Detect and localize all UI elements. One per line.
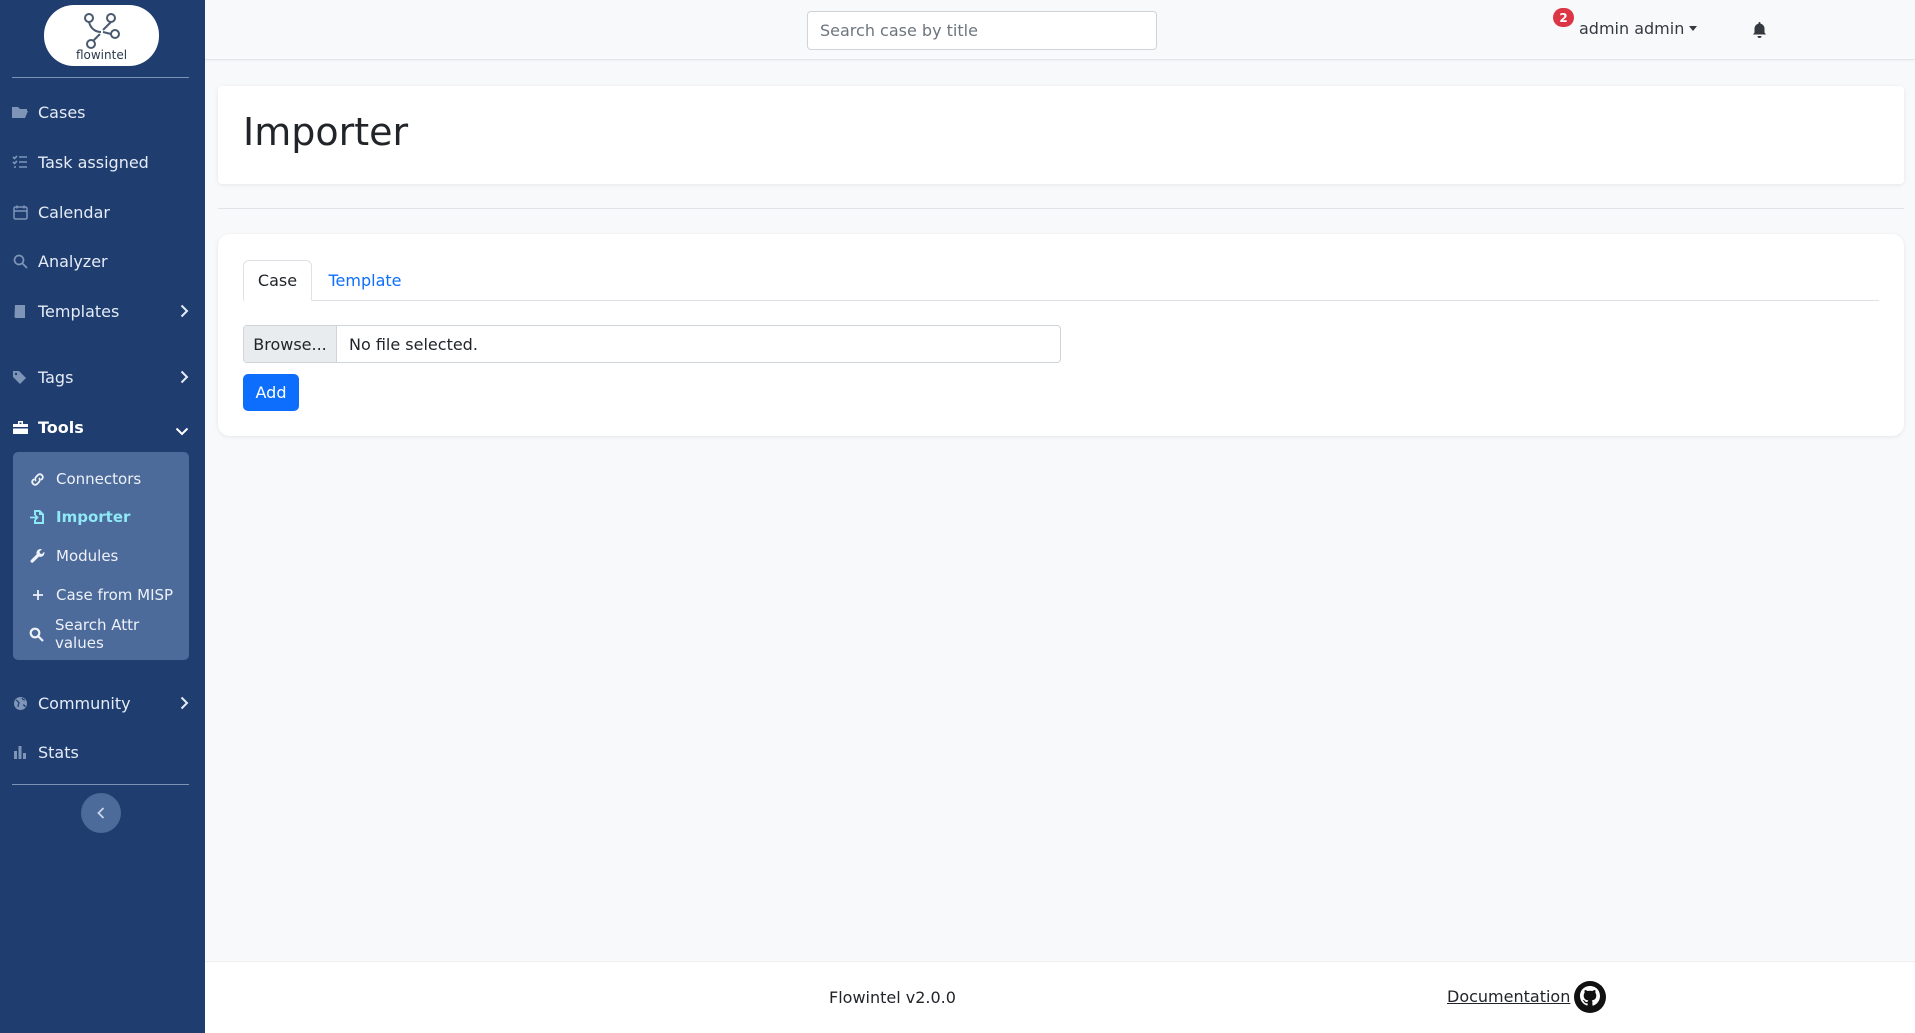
chevron-right-icon	[180, 369, 189, 388]
sidebar-item-label: Cases	[38, 102, 86, 122]
page-header-card: Importer	[218, 86, 1904, 184]
footer: Flowintel v2.0.0 Documentation	[205, 961, 1915, 1033]
user-name: admin admin	[1579, 19, 1685, 38]
sidebar-item-calendar[interactable]: Calendar	[0, 192, 205, 232]
sidebar-collapse-button[interactable]	[81, 793, 121, 833]
folder-open-icon	[0, 105, 38, 119]
sidebar-item-label: Analyzer	[38, 251, 108, 271]
logo-text: flowintel	[75, 48, 128, 62]
flowintel-logo-icon	[84, 13, 120, 49]
submenu-item-label: Case from MISP	[56, 586, 174, 604]
sidebar-item-label: Tags	[38, 367, 74, 387]
submenu-item-connectors[interactable]: Connectors	[13, 462, 189, 496]
tags-icon	[0, 370, 38, 385]
tab-template[interactable]: Template	[322, 260, 408, 301]
tools-submenu: Connectors Importer Modules Case from MI…	[13, 452, 189, 660]
app-version: Flowintel v2.0.0	[829, 988, 956, 1007]
file-import-icon	[13, 509, 56, 525]
sidebar-item-templates[interactable]: Templates	[0, 291, 205, 331]
submenu-item-label: Modules	[56, 547, 119, 565]
search-icon	[0, 254, 38, 269]
sidebar-item-label: Calendar	[38, 202, 110, 222]
importer-card: Case Template Browse... No file selected…	[218, 234, 1904, 436]
submenu-item-search-attr-values[interactable]: Search Attr values	[13, 616, 189, 652]
user-menu-dropdown[interactable]: admin admin	[1579, 19, 1698, 38]
github-icon[interactable]	[1574, 981, 1606, 1013]
sidebar-item-stats[interactable]: Stats	[0, 732, 205, 772]
submenu-item-label: Search Attr values	[54, 616, 140, 652]
add-button[interactable]: Add	[243, 374, 299, 411]
link-icon	[13, 472, 56, 487]
chevron-right-icon	[180, 695, 189, 714]
sidebar-item-tags[interactable]: Tags	[0, 357, 205, 397]
submenu-item-label: Connectors	[56, 470, 142, 488]
file-upload-input[interactable]: Browse... No file selected.	[243, 325, 1061, 363]
bar-chart-icon	[0, 745, 38, 759]
list-check-icon	[0, 155, 38, 169]
globe-icon	[0, 696, 38, 711]
plus-icon	[13, 589, 56, 601]
tab-case[interactable]: Case	[243, 260, 312, 301]
sidebar-item-tools[interactable]: Tools	[0, 407, 205, 447]
search-plus-icon	[13, 627, 55, 642]
sidebar-divider	[12, 77, 189, 78]
sidebar-item-community[interactable]: Community	[0, 683, 205, 723]
submenu-item-label: Importer	[56, 508, 131, 526]
sidebar-item-task-assigned[interactable]: Task assigned	[0, 142, 205, 182]
sidebar-item-label: Stats	[38, 742, 79, 762]
page-title: Importer	[243, 110, 409, 154]
search-case-input[interactable]	[807, 11, 1157, 50]
sidebar: flowintel Cases Task assigned Calendar A…	[0, 0, 205, 1033]
sidebar-item-cases[interactable]: Cases	[0, 92, 205, 132]
toolbox-icon	[0, 420, 38, 435]
notifications-bell-icon[interactable]	[1752, 21, 1772, 43]
flowintel-logo[interactable]: flowintel	[44, 5, 159, 66]
chevron-right-icon	[180, 303, 189, 322]
submenu-item-importer[interactable]: Importer	[13, 500, 189, 534]
submenu-item-modules[interactable]: Modules	[13, 539, 189, 573]
sidebar-item-label: Tools	[38, 417, 84, 437]
chevron-down-icon	[175, 421, 189, 440]
tabs-border	[243, 300, 1879, 301]
sidebar-item-analyzer[interactable]: Analyzer	[0, 241, 205, 281]
browse-button[interactable]: Browse...	[244, 326, 337, 362]
notification-count-badge: 2	[1553, 8, 1574, 27]
content-divider	[218, 208, 1904, 209]
sidebar-item-label: Task assigned	[38, 152, 149, 172]
caret-down-icon	[1689, 26, 1698, 31]
submenu-item-case-from-misp[interactable]: Case from MISP	[13, 578, 189, 612]
wrench-icon	[13, 548, 56, 564]
documentation-link[interactable]: Documentation	[1447, 987, 1570, 1006]
sidebar-divider	[12, 784, 189, 785]
calendar-icon	[0, 205, 38, 220]
file-status-text: No file selected.	[349, 334, 478, 354]
chevron-left-icon	[97, 807, 105, 819]
sidebar-item-label: Templates	[38, 301, 120, 321]
book-icon	[0, 304, 38, 319]
sidebar-item-label: Community	[38, 693, 131, 713]
